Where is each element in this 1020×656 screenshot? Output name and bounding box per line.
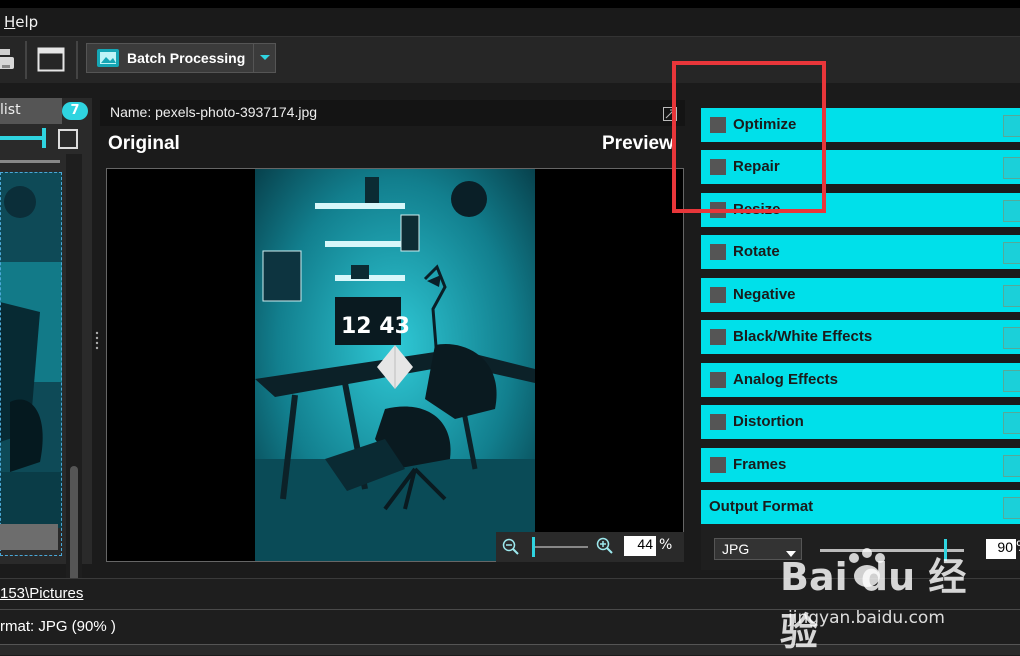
- batch-processing-label: Batch Processing: [127, 50, 246, 66]
- file-count-badge: 7: [62, 102, 88, 120]
- original-label: Original: [108, 133, 180, 154]
- expand-icon[interactable]: [1003, 157, 1020, 179]
- file-name-label: Name: pexels-photo-3937174.jpg: [110, 104, 318, 120]
- expand-icon[interactable]: [1003, 115, 1020, 137]
- thumb-size-slider-track[interactable]: [0, 136, 46, 140]
- list-scrollbar[interactable]: [66, 154, 82, 594]
- zoom-bar: 44 %: [496, 532, 684, 562]
- effect-distortion[interactable]: Distortion: [701, 405, 1020, 439]
- zoom-slider-track[interactable]: [532, 546, 588, 548]
- toolbar-separator: [76, 41, 78, 79]
- toolbar-separator: [25, 41, 27, 79]
- paw-icon: [844, 546, 890, 592]
- preview-photo: 12 43: [255, 169, 535, 561]
- watermark-url: jingyan.baidu.com: [788, 608, 945, 628]
- file-name-bar: Name: pexels-photo-3937174.jpg: [100, 100, 685, 126]
- batch-processing-button[interactable]: Batch Processing: [86, 43, 276, 73]
- format-info-text: rmat: JPG (90% ): [0, 618, 116, 635]
- menu-help[interactable]: Help: [4, 13, 38, 31]
- expand-icon[interactable]: [1003, 285, 1020, 307]
- zoom-value-input[interactable]: 44: [624, 536, 656, 556]
- effect-frames[interactable]: Frames: [701, 448, 1020, 482]
- effect-checkbox[interactable]: [710, 457, 726, 473]
- baidu-watermark: Bai du 经验 jingyan.baidu.com: [780, 546, 980, 654]
- window-top-edge: [0, 0, 1020, 8]
- preview-label: Preview: [602, 133, 674, 154]
- thumbnail-caption: [0, 524, 58, 550]
- quality-unit: %: [1016, 539, 1020, 555]
- zoom-slider-handle[interactable]: [532, 537, 535, 557]
- window-icon[interactable]: [37, 47, 65, 73]
- zoom-unit: %: [659, 537, 673, 553]
- select-all-checkbox[interactable]: [58, 129, 78, 149]
- thumb-size-slider-handle[interactable]: [42, 128, 46, 148]
- effect-checkbox[interactable]: [710, 287, 726, 303]
- print-icon[interactable]: [0, 45, 16, 73]
- file-list-panel: list 7: [0, 98, 92, 594]
- thumbnail-selection-frame: [0, 172, 62, 556]
- batch-processing-icon: [97, 49, 119, 67]
- image-preview-canvas[interactable]: 12 43: [106, 168, 684, 562]
- toolbar: Batch Processing: [0, 36, 1020, 83]
- expand-icon[interactable]: [1003, 200, 1020, 222]
- clock-display: 12 43: [341, 314, 410, 339]
- list-scrollbar-thumb[interactable]: [70, 466, 78, 586]
- menubar: Help: [0, 8, 1020, 36]
- list-divider: [0, 160, 60, 163]
- expand-icon[interactable]: [1003, 242, 1020, 264]
- quality-value-input[interactable]: 90: [986, 539, 1016, 559]
- expand-icon[interactable]: [1003, 412, 1020, 434]
- zoom-in-icon[interactable]: [596, 537, 614, 555]
- output-format-header[interactable]: Output Format: [701, 490, 1020, 524]
- expand-icon[interactable]: [1003, 455, 1020, 477]
- effect-checkbox[interactable]: [710, 329, 726, 345]
- output-path-link[interactable]: 153\Pictures: [0, 585, 83, 602]
- zoom-out-icon[interactable]: [502, 538, 520, 556]
- collapse-icon[interactable]: [1003, 497, 1020, 519]
- expand-icon[interactable]: [1003, 370, 1020, 392]
- effect-checkbox[interactable]: [710, 414, 726, 430]
- highlight-box: [672, 61, 826, 213]
- effect-checkbox[interactable]: [710, 244, 726, 260]
- effect-negative[interactable]: Negative: [701, 278, 1020, 312]
- batch-dropdown-arrow[interactable]: [253, 44, 276, 72]
- file-list-tab[interactable]: list: [0, 98, 62, 124]
- effect-black-white[interactable]: Black/White Effects: [701, 320, 1020, 354]
- effect-checkbox[interactable]: [710, 372, 726, 388]
- panel-splitter-grip[interactable]: [95, 330, 99, 350]
- expand-icon[interactable]: [1003, 327, 1020, 349]
- effect-analog[interactable]: Analog Effects: [701, 363, 1020, 397]
- effect-rotate[interactable]: Rotate: [701, 235, 1020, 269]
